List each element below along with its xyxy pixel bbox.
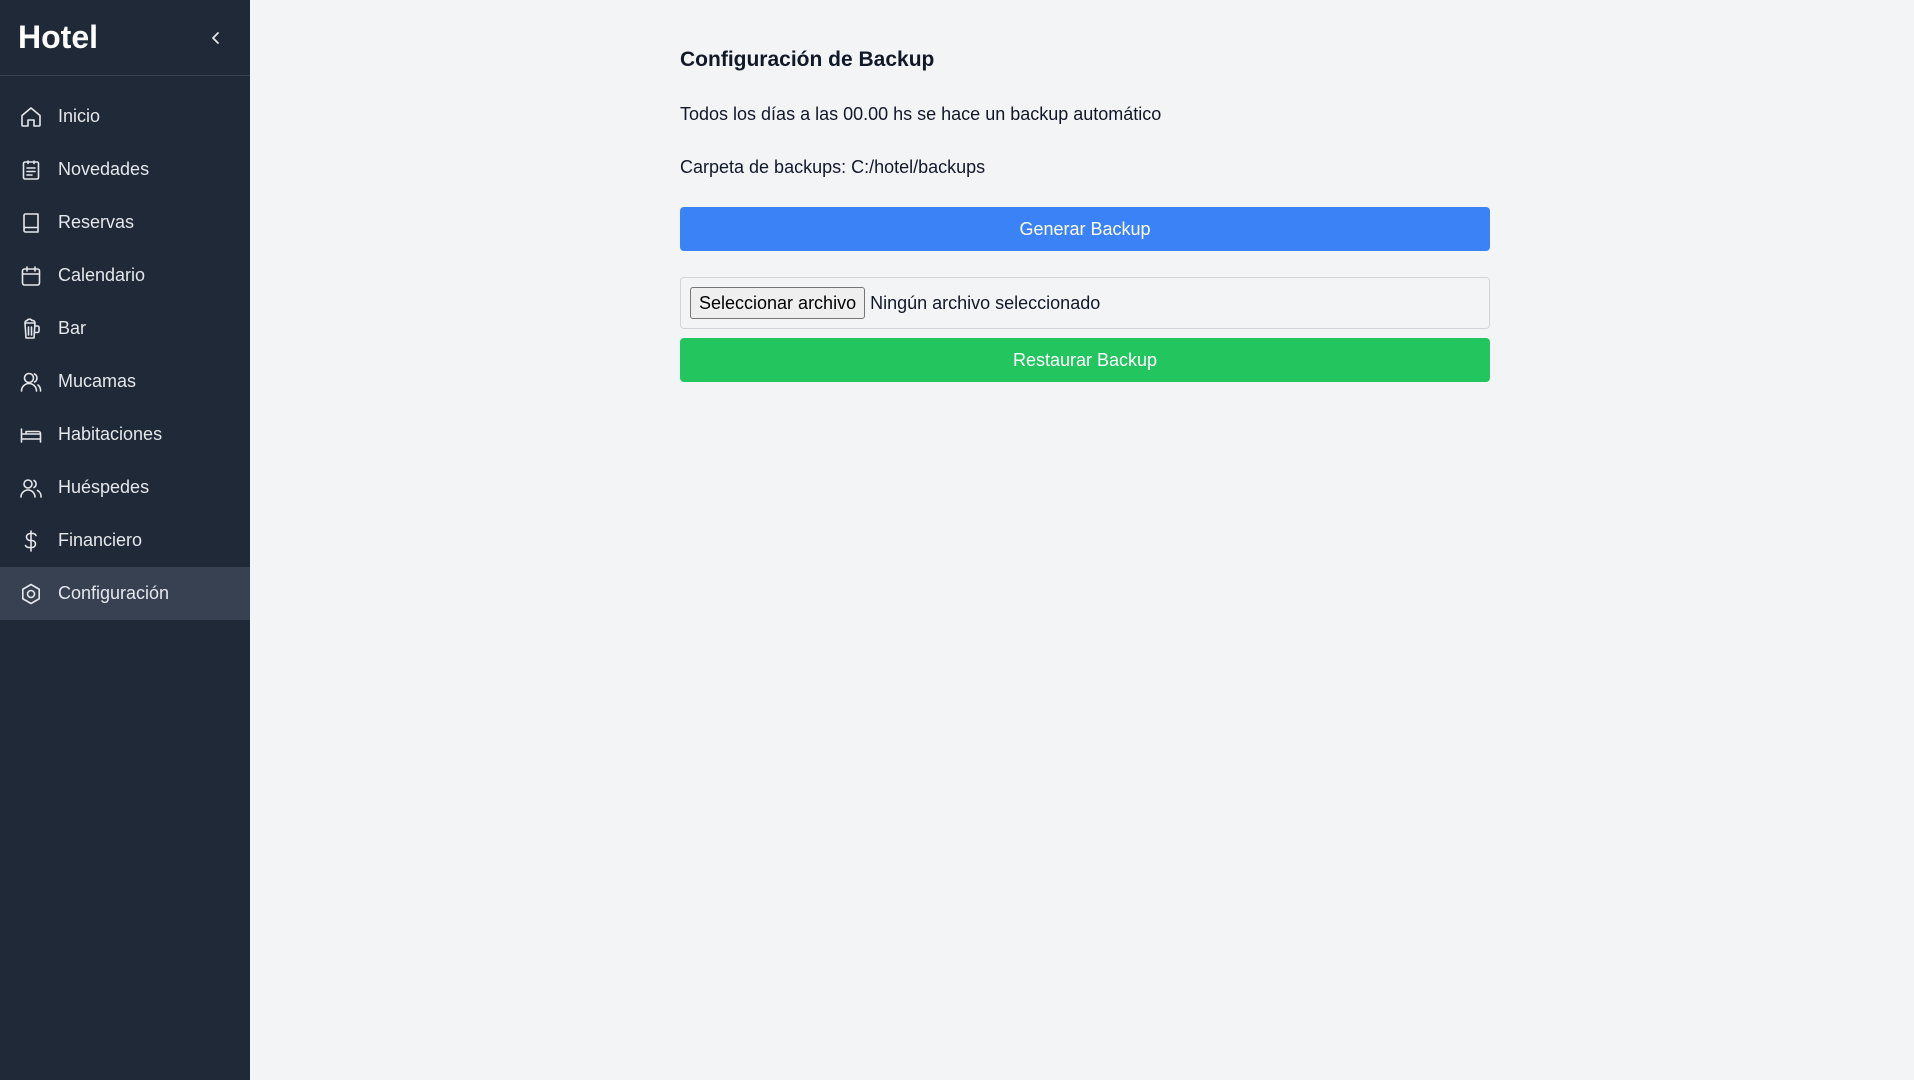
sidebar-nav: Inicio Novedades Reservas Calendario Bar — [0, 76, 250, 620]
sidebar-item-label: Novedades — [58, 159, 150, 179]
dollar-icon — [19, 529, 43, 553]
sidebar-item-calendario[interactable]: Calendario — [0, 249, 250, 302]
sidebar-item-label: Reservas — [58, 212, 135, 232]
sidebar-item-huespedes[interactable]: Huéspedes — [0, 461, 250, 514]
sidebar-item-label: Configuración — [58, 583, 170, 603]
calendar-icon — [19, 264, 43, 288]
file-input[interactable]: Seleccionar archivo Ningún archivo selec… — [680, 277, 1490, 329]
sidebar-item-label: Huéspedes — [58, 477, 150, 497]
select-file-button[interactable]: Seleccionar archivo — [690, 287, 866, 319]
bed-icon — [19, 423, 43, 447]
file-status-text: Ningún archivo seleccionado — [870, 292, 1101, 313]
sidebar-item-label: Financiero — [58, 530, 143, 550]
backup-schedule-text: Todos los días a las 00.00 hs se hace un… — [680, 104, 1162, 124]
clipboard-icon — [19, 158, 43, 182]
sidebar-item-inicio[interactable]: Inicio — [0, 90, 250, 143]
sidebar-item-label: Calendario — [58, 265, 146, 285]
sidebar-item-mucamas[interactable]: Mucamas — [0, 355, 250, 408]
sidebar-item-habitaciones[interactable]: Habitaciones — [0, 408, 250, 461]
settings-icon — [19, 582, 43, 606]
generate-backup-button[interactable]: Generar Backup — [680, 207, 1490, 251]
app-brand: Hotel — [18, 19, 98, 55]
sidebar-item-label: Bar — [58, 318, 87, 338]
sidebar-item-financiero[interactable]: Financiero — [0, 514, 250, 567]
users-icon — [19, 476, 43, 500]
glass-icon — [19, 317, 43, 341]
restore-backup-button[interactable]: Restaurar Backup — [680, 338, 1490, 382]
sidebar-item-bar[interactable]: Bar — [0, 302, 250, 355]
book-icon — [19, 211, 43, 235]
sidebar-item-label: Mucamas — [58, 371, 137, 391]
sidebar-item-label: Habitaciones — [58, 424, 163, 444]
home-icon — [19, 105, 43, 129]
sidebar: Hotel Inicio Novedades Reservas Calendar… — [0, 0, 250, 1080]
sidebar-header: Hotel — [0, 0, 250, 76]
backup-folder-text: Carpeta de backups: C:/hotel/backups — [680, 157, 986, 177]
chevron-left-icon — [212, 31, 219, 44]
sidebar-item-reservas[interactable]: Reservas — [0, 196, 250, 249]
page-title: Configuración de Backup — [680, 48, 935, 71]
sidebar-item-novedades[interactable]: Novedades — [0, 143, 250, 196]
sidebar-item-configuracion[interactable]: Configuración — [0, 567, 250, 620]
collapse-sidebar-button[interactable] — [204, 26, 228, 50]
user-icon — [19, 370, 43, 394]
sidebar-item-label: Inicio — [58, 106, 101, 126]
